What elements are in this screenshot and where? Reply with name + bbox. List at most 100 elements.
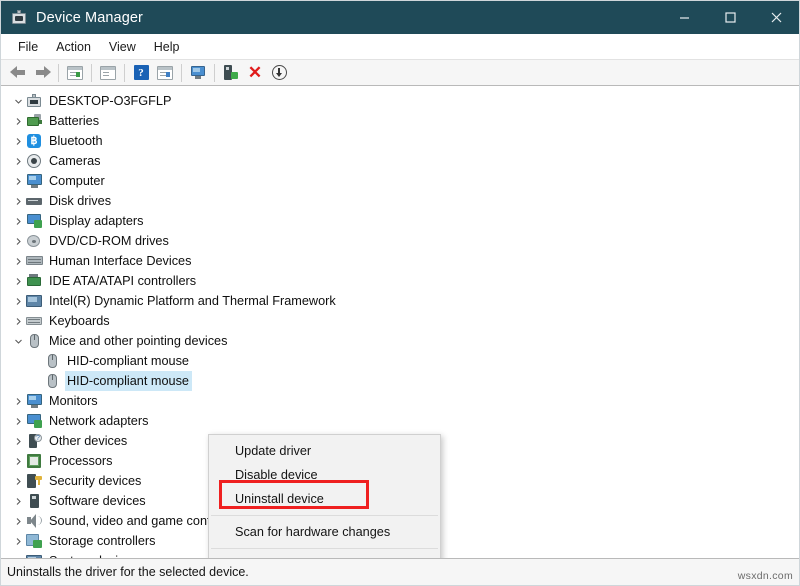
tree-root-label: DESKTOP-O3FGFLP [49, 93, 171, 109]
context-menu-item-update-driver[interactable]: Update driver [209, 439, 440, 463]
menu-view[interactable]: View [100, 37, 145, 57]
tree-node-label: Security devices [49, 473, 141, 489]
tree-node-label: Human Interface Devices [49, 253, 191, 269]
chevron-right-icon[interactable] [11, 237, 26, 246]
bluetooth-icon: ฿ [26, 133, 43, 149]
maximize-button[interactable] [707, 1, 753, 34]
tree-node-computer[interactable]: Computer [1, 171, 799, 191]
chevron-right-icon[interactable] [11, 277, 26, 286]
titlebar: Device Manager [1, 1, 799, 34]
ide-controller-icon [26, 273, 43, 289]
toolbar-separator-5 [214, 64, 215, 82]
show-hide-console-tree-icon[interactable] [63, 61, 87, 85]
tree-node-keyboards[interactable]: Keyboards [1, 311, 799, 331]
chevron-right-icon[interactable] [11, 397, 26, 406]
disk-drive-icon [26, 193, 43, 209]
chevron-right-icon[interactable] [11, 197, 26, 206]
chevron-right-icon[interactable] [11, 297, 26, 306]
properties-icon[interactable] [96, 61, 120, 85]
storage-controller-icon [26, 533, 43, 549]
device-manager-icon [11, 10, 27, 26]
statusbar: Uninstalls the driver for the selected d… [1, 558, 799, 585]
tree-node-label: Processors [49, 453, 112, 469]
chevron-right-icon[interactable] [11, 137, 26, 146]
tree-node-batteries[interactable]: Batteries [1, 111, 799, 131]
tree-node-ide-ata-atapi-controllers[interactable]: IDE ATA/ATAPI controllers [1, 271, 799, 291]
menu-file[interactable]: File [9, 37, 47, 57]
chevron-down-icon[interactable] [11, 337, 26, 346]
disable-device-icon[interactable] [219, 61, 243, 85]
window-controls [661, 1, 799, 34]
security-device-icon [26, 473, 43, 489]
sound-controller-icon [26, 513, 43, 529]
tree-node-label: Intel(R) Dynamic Platform and Thermal Fr… [49, 293, 336, 309]
help-icon[interactable]: ? [129, 61, 153, 85]
tree-node-intel-r-dynamic-platform-and-thermal-framework[interactable]: Intel(R) Dynamic Platform and Thermal Fr… [1, 291, 799, 311]
battery-icon [26, 113, 43, 129]
minimize-button[interactable] [661, 1, 707, 34]
tree-node-label: DVD/CD-ROM drives [49, 233, 169, 249]
chevron-right-icon[interactable] [11, 317, 26, 326]
tree-node-cameras[interactable]: Cameras [1, 151, 799, 171]
chevron-right-icon[interactable] [11, 117, 26, 126]
chevron-right-icon[interactable] [11, 157, 26, 166]
tree-node-bluetooth[interactable]: ฿ Bluetooth [1, 131, 799, 151]
context-menu-item-properties[interactable]: Properties [209, 553, 440, 558]
context-menu-item-uninstall-device[interactable]: Uninstall device [209, 487, 440, 511]
chevron-right-icon[interactable] [11, 477, 26, 486]
tree-node-label: Disk drives [49, 193, 111, 209]
chevron-right-icon[interactable] [11, 257, 26, 266]
device-tree[interactable]: DESKTOP-O3FGFLP Batteries ฿ Bluetooth Camer… [1, 86, 799, 558]
tree-node-label: HID-compliant mouse [65, 371, 192, 391]
chevron-right-icon[interactable] [11, 457, 26, 466]
tree-node-label: Mice and other pointing devices [49, 333, 227, 349]
keyboard-icon [26, 313, 43, 329]
red-x-glyph: ✕ [248, 64, 262, 81]
tree-node-label: Bluetooth [49, 133, 103, 149]
chevron-down-icon[interactable] [11, 97, 26, 106]
camera-icon [26, 153, 43, 169]
chevron-right-icon[interactable] [11, 177, 26, 186]
menubar: File Action View Help [1, 34, 799, 59]
intel-framework-icon [26, 293, 43, 309]
context-menu-item-scan-for-hardware-changes[interactable]: Scan for hardware changes [209, 520, 440, 544]
close-button[interactable] [753, 1, 799, 34]
tree-root-node[interactable]: DESKTOP-O3FGFLP [1, 91, 799, 111]
tree-node-label: Storage controllers [49, 533, 156, 549]
toolbar-separator-3 [124, 64, 125, 82]
tree-node-hid-compliant-mouse[interactable]: HID-compliant mouse [1, 351, 799, 371]
mouse-icon [44, 353, 61, 369]
tree-node-label: Computer [49, 173, 105, 189]
mouse-icon [44, 373, 61, 389]
update-driver-icon[interactable] [186, 61, 210, 85]
network-adapter-icon [26, 413, 43, 429]
context-menu-item-disable-device[interactable]: Disable device [209, 463, 440, 487]
chevron-right-icon[interactable] [11, 417, 26, 426]
tree-node-label: Monitors [49, 393, 98, 409]
menu-action[interactable]: Action [47, 37, 100, 57]
tree-node-hid-compliant-mouse[interactable]: HID-compliant mouse [1, 371, 799, 391]
show-hide-action-pane-icon[interactable] [153, 61, 177, 85]
context-menu[interactable]: Update driver Disable device Uninstall d… [208, 434, 441, 558]
help-glyph: ? [134, 65, 149, 80]
tree-node-human-interface-devices[interactable]: Human Interface Devices [1, 251, 799, 271]
menu-help[interactable]: Help [145, 37, 189, 57]
forward-arrow-icon[interactable] [30, 61, 54, 85]
uninstall-device-icon[interactable]: ✕ [243, 61, 267, 85]
chevron-right-icon[interactable] [11, 537, 26, 546]
tree-node-mice-and-other-pointing-devices[interactable]: Mice and other pointing devices [1, 331, 799, 351]
chevron-right-icon[interactable] [11, 437, 26, 446]
tree-node-monitors[interactable]: Monitors [1, 391, 799, 411]
tree-node-disk-drives[interactable]: Disk drives [1, 191, 799, 211]
chevron-right-icon[interactable] [11, 497, 26, 506]
back-arrow-icon[interactable] [6, 61, 30, 85]
window-title: Device Manager [36, 10, 143, 26]
scan-for-hardware-changes-icon[interactable] [267, 61, 291, 85]
tree-node-display-adapters[interactable]: Display adapters [1, 211, 799, 231]
tree-node-dvd-cd-rom-drives[interactable]: DVD/CD-ROM drives [1, 231, 799, 251]
computer-icon [26, 173, 43, 189]
statusbar-text: Uninstalls the driver for the selected d… [7, 565, 249, 579]
chevron-right-icon[interactable] [11, 517, 26, 526]
tree-node-network-adapters[interactable]: Network adapters [1, 411, 799, 431]
chevron-right-icon[interactable] [11, 217, 26, 226]
